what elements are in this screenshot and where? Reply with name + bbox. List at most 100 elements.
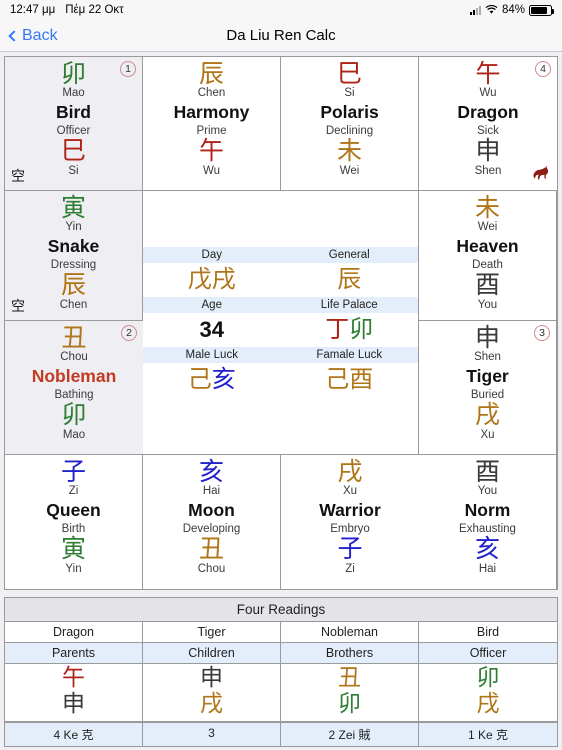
grid-cell-heaven[interactable]: 未 Wei Heaven Death 酉 You — [419, 191, 557, 321]
female-luck-label: Famale Luck — [280, 347, 418, 363]
age-value: 34 — [199, 316, 224, 342]
cell-top-character: 寅 — [60, 193, 86, 222]
cell-top-character: 酉 — [474, 457, 500, 486]
cell-spirit-name: Dragon — [457, 102, 519, 123]
cell-bottom-character: 申 — [475, 136, 501, 166]
cell-top-character: 午 — [475, 59, 501, 88]
reading-relation: Children — [143, 643, 281, 663]
reading-char-bottom: 卯 — [338, 690, 361, 717]
cell-order-badge: 1 — [120, 61, 136, 77]
back-button-label: Back — [22, 26, 58, 44]
cell-top-pinyin: Xu — [342, 485, 358, 498]
grid-cell-tiger[interactable]: 申 Shen Tiger Buried 戌 Xu 3 — [419, 321, 557, 455]
cell-order-badge: 4 — [535, 61, 551, 77]
cell-spirit-name: Norm — [464, 500, 511, 521]
cell-spirit-name: Moon — [188, 500, 235, 521]
cell-bottom-pinyin: Wu — [202, 164, 221, 177]
male-luck-label: Male Luck — [143, 347, 281, 363]
cell-top-pinyin: Yin — [65, 221, 82, 234]
grid-cell-moon[interactable]: 亥 Hai Moon Developing 丑 Chou — [143, 455, 281, 589]
reading-characters: 申戌 — [143, 664, 281, 721]
cell-bottom-pinyin: Hai — [478, 562, 497, 575]
four-readings-relations-row: Parents Children Brothers Officer — [5, 643, 557, 664]
reading-footer: 3 — [143, 722, 281, 746]
life-palace-value: 丁卯 — [325, 314, 374, 343]
cell-top-pinyin: Shen — [474, 351, 501, 364]
cell-bottom-pinyin: You — [477, 298, 498, 311]
four-readings-names-row: Dragon Tiger Nobleman Bird — [5, 622, 557, 643]
cell-bottom-pinyin: Mao — [62, 428, 86, 441]
reading-name: Nobleman — [281, 622, 419, 642]
reading-relation: Officer — [469, 646, 507, 660]
cell-top-character: 辰 — [198, 59, 224, 88]
cell-spirit-name: Bird — [56, 102, 91, 123]
cell-bottom-pinyin: Zi — [345, 562, 355, 575]
cell-order-badge: 3 — [534, 325, 550, 341]
reading-char-top: 午 — [62, 665, 85, 691]
cell-top-pinyin: Zi — [68, 485, 79, 498]
reading-footer: 4 Ke 克 — [5, 722, 143, 746]
grid-cell-harmony[interactable]: 辰 Chen Harmony Prime 午 Wu — [143, 57, 281, 191]
cell-bottom-pinyin: Shen — [474, 164, 502, 177]
grid-cell-polaris[interactable]: 巳 Si Polaris Declining 未 Wei — [281, 57, 419, 191]
reading-char-top: 申 — [200, 665, 223, 691]
cell-top-character: 卯 — [60, 59, 86, 88]
reading-footer: 2 Zei 賊 — [281, 722, 419, 746]
cell-top-character: 未 — [474, 193, 500, 222]
reading-characters: 午申 — [5, 664, 143, 721]
general-value: 辰 — [337, 264, 362, 293]
grid-cell-warrior[interactable]: 戌 Xu Warrior Embryo 子 Zi — [281, 455, 419, 589]
da-liu-ren-grid: 卯 Mao Bird Officer 巳 Si 1 空辰 Chen Harmony Prime 午 Wu… — [4, 56, 558, 590]
cell-spirit-name: Heaven — [456, 236, 519, 257]
four-readings-footer-row: 4 Ke 克32 Zei 賊 1 Ke 克 — [5, 721, 557, 746]
cell-bottom-character: 子 — [337, 534, 363, 564]
grid-cell-snake[interactable]: 寅 Yin Snake Dressing 辰 Chen 空 — [5, 191, 143, 321]
cell-order-badge: 2 — [121, 325, 137, 341]
cellular-signal-icon — [469, 5, 481, 15]
four-readings-title: Four Readings — [5, 598, 557, 622]
cell-top-pinyin: Wei — [477, 221, 498, 234]
cell-spirit-name: Tiger — [466, 366, 509, 387]
cell-bottom-character: 午 — [198, 136, 224, 166]
cell-spirit-name: Snake — [47, 236, 100, 257]
reading-relation: Brothers — [281, 643, 419, 663]
reading-char-bottom: 戌 — [200, 690, 223, 717]
female-luck-value: 己酉 — [325, 364, 374, 393]
battery-icon — [529, 4, 554, 16]
reading-name: Dragon — [5, 622, 143, 642]
four-readings-characters-row: 午申申戌丑卯卯戌 — [5, 664, 557, 722]
back-button[interactable]: Back — [8, 26, 58, 45]
grid-cell-dragon[interactable]: 午 Wu Dragon Sick 申 Shen 4 — [419, 57, 557, 191]
chevron-left-icon — [8, 29, 20, 42]
grid-cell-bird[interactable]: 卯 Mao Bird Officer 巳 Si 1 空 — [5, 57, 143, 191]
reading-char-top: 卯 — [476, 665, 500, 691]
cell-top-pinyin: You — [477, 485, 498, 498]
general-label: General — [280, 247, 418, 263]
cell-top-character: 亥 — [198, 457, 224, 486]
age-label: Age — [143, 297, 281, 313]
reading-characters: 卯戌 — [419, 664, 557, 721]
cell-bottom-pinyin: Chen — [59, 298, 88, 311]
cell-top-pinyin: Wu — [479, 87, 497, 100]
cell-spirit-name: Harmony — [173, 102, 250, 123]
grid-cell-nobleman[interactable]: 丑 Chou Nobleman Bathing 卯 Mao 2 — [5, 321, 143, 455]
status-time: 12:47 μμ — [10, 4, 56, 16]
reading-name: Tiger — [143, 622, 281, 642]
cell-top-pinyin: Si — [344, 87, 355, 100]
cell-bottom-character: 丑 — [198, 534, 224, 564]
cell-top-pinyin: Chou — [60, 351, 88, 364]
reading-footer: 1 Ke 克 — [467, 727, 509, 742]
cell-bottom-character: 亥 — [474, 534, 500, 564]
cell-bottom-character: 卯 — [61, 400, 87, 430]
cell-bottom-pinyin: Xu — [480, 428, 495, 441]
four-readings-panel: Four Readings Dragon Tiger Nobleman Bird Pa… — [4, 597, 558, 747]
kong-marker: 空 — [11, 169, 25, 185]
kong-marker: 空 — [11, 299, 25, 315]
center-info-panel: Day General 戊戌 辰 Age Life Palace 34 丁卯 Male Luck… — [143, 191, 419, 455]
life-palace-label: Life Palace — [280, 297, 418, 313]
wifi-icon — [485, 5, 498, 14]
grid-cell-norm[interactable]: 酉 You Norm Exhausting 亥 Hai — [419, 455, 557, 589]
grid-cell-queen[interactable]: 子 Zi Queen Birth 寅 Yin — [5, 455, 143, 589]
cell-top-pinyin: Hai — [202, 485, 221, 498]
cell-bottom-pinyin: Wei — [339, 164, 360, 177]
